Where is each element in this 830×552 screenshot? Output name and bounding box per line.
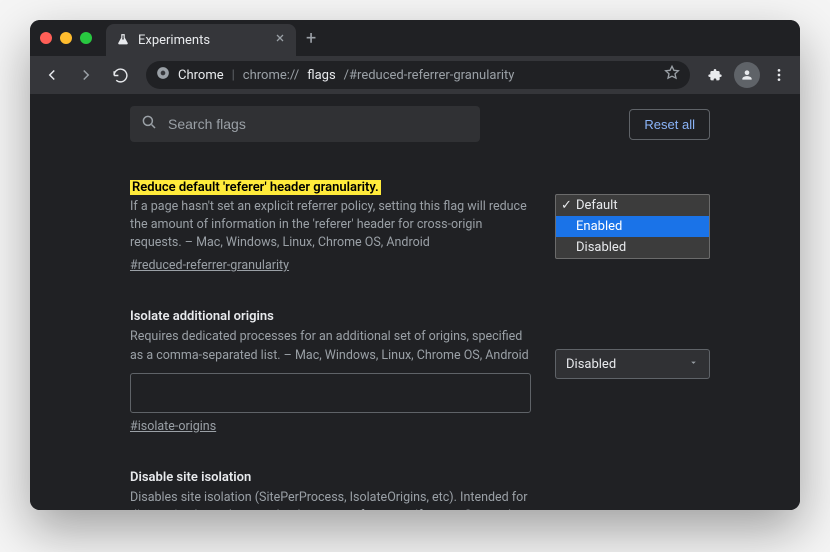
search-field-wrap[interactable] (130, 106, 480, 142)
chrome-badge-icon (156, 66, 170, 84)
separator: | (232, 68, 235, 83)
flag-title: Reduce default 'referer' header granular… (130, 180, 381, 195)
url-fragment: /#reduced-referrer-granularity (344, 68, 515, 83)
forward-button[interactable] (72, 61, 100, 89)
flag-title: Disable site isolation (130, 470, 531, 485)
toolbar: Chrome | chrome:// flags /#reduced-referre… (30, 56, 800, 94)
back-button[interactable] (38, 61, 66, 89)
flask-icon (116, 33, 130, 47)
reload-button[interactable] (106, 61, 134, 89)
browser-tab[interactable]: Experiments (106, 24, 296, 56)
url-scheme-label: Chrome (178, 68, 224, 83)
flag-description: If a page hasn't set an explicit referre… (130, 198, 531, 252)
page-content: Reset all Reduce default 'referer' heade… (30, 94, 800, 510)
flag-title: Isolate additional origins (130, 309, 531, 324)
minimize-window-button[interactable] (60, 32, 72, 44)
profile-avatar-icon[interactable] (734, 62, 760, 88)
flag-description: Requires dedicated processes for an addi… (130, 328, 531, 364)
url-path: flags (307, 68, 335, 83)
search-input[interactable] (168, 116, 470, 132)
flag-item: Disable site isolation Disables site iso… (130, 454, 710, 510)
flag-details: Isolate additional origins Requires dedi… (130, 309, 531, 433)
bookmark-star-icon[interactable] (664, 65, 680, 85)
flag-item: Reduce default 'referer' header granular… (130, 164, 710, 293)
flag-control: Disabled (555, 309, 710, 433)
new-tab-button[interactable]: + (296, 28, 326, 49)
tab-title: Experiments (138, 33, 210, 48)
url-base: chrome:// (243, 68, 299, 83)
maximize-window-button[interactable] (80, 32, 92, 44)
chevron-down-icon (688, 357, 699, 372)
search-icon (140, 113, 158, 135)
dropdown-option-default[interactable]: Default (556, 195, 709, 216)
flag-description: Disables site isolation (SitePerProcess,… (130, 489, 531, 510)
tab-bar: Experiments + (30, 20, 800, 56)
flag-details: Disable site isolation Disables site iso… (130, 470, 531, 510)
close-window-button[interactable] (40, 32, 52, 44)
flag-control: Default (555, 470, 710, 510)
flag-anchor-link[interactable]: #reduced-referrer-granularity (130, 258, 289, 273)
flag-control: Default Enabled Disabled (555, 180, 710, 273)
browser-window: Experiments + Chrome | chrome:// flags /#r… (30, 20, 800, 510)
flags-list: Reduce default 'referer' header granular… (30, 154, 800, 510)
flag-dropdown-open[interactable]: Default Enabled Disabled (555, 194, 710, 259)
reset-all-button[interactable]: Reset all (629, 109, 710, 140)
extension-puzzle-icon[interactable] (702, 62, 728, 88)
close-tab-icon[interactable] (274, 32, 286, 48)
dropdown-option-disabled[interactable]: Disabled (556, 237, 709, 258)
flag-textarea[interactable] (130, 373, 531, 413)
flags-topbar: Reset all (30, 94, 800, 154)
select-value: Disabled (566, 357, 616, 372)
address-bar[interactable]: Chrome | chrome:// flags /#reduced-referre… (146, 61, 690, 89)
flag-select[interactable]: Disabled (555, 349, 710, 379)
flag-anchor-link[interactable]: #isolate-origins (130, 419, 216, 434)
dropdown-option-enabled[interactable]: Enabled (556, 216, 709, 237)
flag-details: Reduce default 'referer' header granular… (130, 180, 531, 273)
window-controls (40, 32, 106, 44)
menu-dots-icon[interactable] (766, 62, 792, 88)
flag-item: Isolate additional origins Requires dedi… (130, 293, 710, 453)
toolbar-actions (702, 62, 792, 88)
